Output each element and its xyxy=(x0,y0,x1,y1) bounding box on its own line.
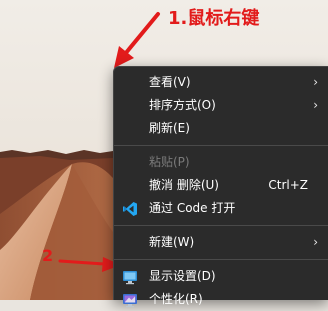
menu-item-display-settings[interactable]: 显示设置(D) xyxy=(114,265,328,288)
menu-item-view[interactable]: 查看(V) › xyxy=(114,71,328,94)
chevron-right-icon: › xyxy=(313,75,318,89)
chevron-right-icon: › xyxy=(313,235,318,249)
annotation-step1-label: 1.鼠标右键 xyxy=(168,8,260,29)
menu-item-paste-label: 粘贴(P) xyxy=(149,155,190,169)
menu-separator xyxy=(114,225,328,226)
menu-item-new-label: 新建(W) xyxy=(149,235,195,249)
menu-item-open-with-code-label: 通过 Code 打开 xyxy=(149,201,236,215)
menu-item-new[interactable]: 新建(W) › xyxy=(114,231,328,254)
menu-item-open-with-code[interactable]: 通过 Code 打开 xyxy=(114,197,328,220)
menu-item-sort-by-label: 排序方式(O) xyxy=(149,98,216,112)
menu-item-refresh[interactable]: 刷新(E) xyxy=(114,117,328,140)
menu-item-display-settings-label: 显示设置(D) xyxy=(149,269,216,283)
menu-separator xyxy=(114,259,328,260)
menu-item-undo-shortcut: Ctrl+Z xyxy=(268,178,308,192)
vscode-icon xyxy=(123,202,137,216)
menu-separator xyxy=(114,145,328,146)
menu-item-undo-delete[interactable]: 撤消 删除(U) Ctrl+Z xyxy=(114,174,328,197)
menu-item-refresh-label: 刷新(E) xyxy=(149,121,190,135)
menu-item-view-label: 查看(V) xyxy=(149,75,191,89)
desktop-context-menu: 查看(V) › 排序方式(O) › 刷新(E) 粘贴(P) 撤消 删除(U) C… xyxy=(113,66,328,308)
annotation-step2-label: 2 xyxy=(42,246,54,265)
chevron-right-icon: › xyxy=(313,98,318,112)
menu-item-paste: 粘贴(P) xyxy=(114,151,328,174)
menu-item-undo-delete-label: 撤消 删除(U) xyxy=(149,178,219,192)
display-settings-icon xyxy=(123,271,137,285)
personalize-icon xyxy=(123,294,137,308)
menu-item-sort-by[interactable]: 排序方式(O) › xyxy=(114,94,328,117)
